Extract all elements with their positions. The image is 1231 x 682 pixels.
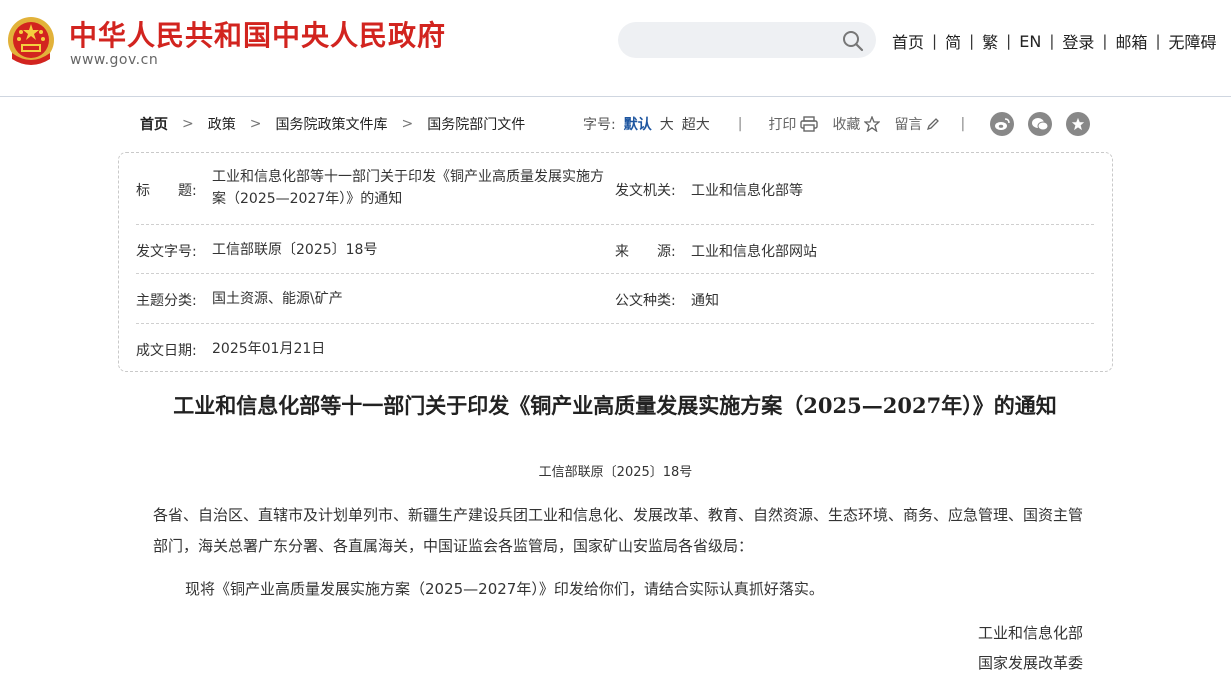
print-button[interactable]: 打印 bbox=[768, 114, 819, 134]
doc-type-label: 公文种类: bbox=[615, 293, 676, 309]
article-doc-number: 工信部联原〔2025〕18号 bbox=[538, 465, 693, 480]
favorite-label: 收藏 bbox=[832, 117, 861, 133]
date-value: 2025年01月21日 bbox=[212, 341, 326, 357]
breadcrumb-home[interactable]: 首页 bbox=[140, 114, 168, 134]
info-row: 标 题: 工业和信息化部等十一部门关于印发《铜产业高质量发展实施方案（2025—… bbox=[136, 153, 1094, 225]
print-label: 打印 bbox=[768, 117, 797, 133]
nav-separator: | bbox=[1155, 32, 1161, 50]
top-nav: 首页 | 简 | 繁 | EN | 登录 | 邮箱 | 无障碍 bbox=[892, 29, 1217, 53]
site-domain: www.gov.cn bbox=[70, 52, 159, 68]
nav-mail-link[interactable]: 邮箱 bbox=[1115, 29, 1147, 53]
doc-type-value: 通知 bbox=[691, 293, 719, 309]
info-row: 发文字号: 工信部联原〔2025〕18号 来 源: 工业和信息化部网站 bbox=[136, 225, 1094, 274]
printer-icon bbox=[800, 116, 819, 132]
nav-traditional-link[interactable]: 繁 bbox=[982, 29, 998, 53]
nav-login-link[interactable]: 登录 bbox=[1062, 29, 1094, 53]
article-tools: 字号: 默认 大 超大 | 打印 收藏 留言 | bbox=[583, 114, 987, 134]
search-icon[interactable] bbox=[842, 30, 864, 52]
article-recipients: 各省、自治区、直辖市及计划单列市、新疆生产建设兵团工业和信息化、发展改革、教育、… bbox=[153, 506, 1084, 555]
nav-separator: | bbox=[969, 32, 975, 50]
article-title: 工业和信息化部等十一部门关于印发《铜产业高质量发展实施方案（2025—2027年… bbox=[173, 393, 1057, 418]
document-info-box: 标 题: 工业和信息化部等十一部门关于印发《铜产业高质量发展实施方案（2025—… bbox=[118, 152, 1113, 372]
wechat-icon bbox=[1032, 118, 1049, 131]
font-size-large[interactable]: 大 bbox=[660, 114, 674, 134]
breadcrumb-policy[interactable]: 政策 bbox=[208, 114, 236, 134]
breadcrumb-department-docs[interactable]: 国务院部门文件 bbox=[427, 114, 525, 134]
font-size-label: 字号: bbox=[583, 117, 616, 133]
doc-no-value: 工信部联原〔2025〕18号 bbox=[212, 242, 378, 258]
pencil-icon bbox=[927, 118, 940, 131]
tools-separator: | bbox=[960, 116, 966, 132]
signature-ndrc: 国家发展改革委 bbox=[978, 654, 1084, 672]
title-label: 标 题: bbox=[136, 183, 197, 199]
star-outline-icon bbox=[864, 116, 881, 132]
tools-separator: | bbox=[737, 116, 743, 132]
site-header: 中华人民共和国中央人民政府 www.gov.cn 首页 | 简 | 繁 | EN… bbox=[0, 0, 1231, 97]
title-value: 工业和信息化部等十一部门关于印发《铜产业高质量发展实施方案（2025—2027年… bbox=[212, 169, 604, 207]
font-size-xlarge[interactable]: 超大 bbox=[682, 114, 710, 134]
chevron-right-icon: > bbox=[182, 116, 194, 132]
chevron-right-icon: > bbox=[401, 116, 414, 132]
nav-simplified-link[interactable]: 简 bbox=[945, 29, 961, 53]
font-size-default[interactable]: 默认 bbox=[624, 114, 652, 134]
share-bar bbox=[990, 112, 1104, 136]
search-input[interactable] bbox=[618, 22, 876, 58]
nav-separator: | bbox=[1006, 32, 1012, 50]
breadcrumb: 首页 > 政策 > 国务院政策文件库 > 国务院部门文件 bbox=[140, 114, 525, 134]
source-value: 工业和信息化部网站 bbox=[691, 244, 817, 260]
article-body: 现将《铜产业高质量发展实施方案（2025—2027年）》印发给你们，请结合实际认… bbox=[185, 580, 824, 598]
nav-separator: | bbox=[1102, 32, 1108, 50]
breadcrumb-policy-library[interactable]: 国务院政策文件库 bbox=[275, 114, 387, 134]
nav-accessibility-link[interactable]: 无障碍 bbox=[1169, 29, 1217, 53]
source-label: 来 源: bbox=[615, 244, 676, 260]
topic-value: 国土资源、能源\矿产 bbox=[212, 291, 343, 307]
chevron-right-icon: > bbox=[249, 116, 262, 132]
issuer-value: 工业和信息化部等 bbox=[691, 183, 803, 199]
nav-home-link[interactable]: 首页 bbox=[892, 29, 924, 53]
favorite-button[interactable]: 收藏 bbox=[832, 114, 881, 134]
info-row: 成文日期: 2025年01月21日 bbox=[136, 324, 1094, 372]
info-row: 主题分类: 国土资源、能源\矿产 公文种类: 通知 bbox=[136, 274, 1094, 324]
national-emblem-icon[interactable] bbox=[6, 15, 56, 67]
nav-separator: | bbox=[932, 32, 938, 50]
weibo-icon bbox=[995, 118, 1010, 130]
topic-label: 主题分类: bbox=[136, 293, 197, 309]
date-label: 成文日期: bbox=[136, 343, 197, 359]
weibo-share-button[interactable] bbox=[990, 112, 1014, 136]
star-icon bbox=[1071, 117, 1085, 131]
doc-no-label: 发文字号: bbox=[136, 244, 197, 260]
signature-miit: 工业和信息化部 bbox=[978, 624, 1084, 642]
comment-button[interactable]: 留言 bbox=[894, 114, 940, 134]
wechat-share-button[interactable] bbox=[1028, 112, 1052, 136]
issuer-label: 发文机关: bbox=[615, 183, 676, 199]
comment-label: 留言 bbox=[894, 117, 923, 133]
nav-separator: | bbox=[1049, 32, 1055, 50]
site-title[interactable]: 中华人民共和国中央人民政府 bbox=[69, 14, 446, 54]
nav-english-link[interactable]: EN bbox=[1019, 32, 1041, 51]
favorite-share-button[interactable] bbox=[1066, 112, 1090, 136]
